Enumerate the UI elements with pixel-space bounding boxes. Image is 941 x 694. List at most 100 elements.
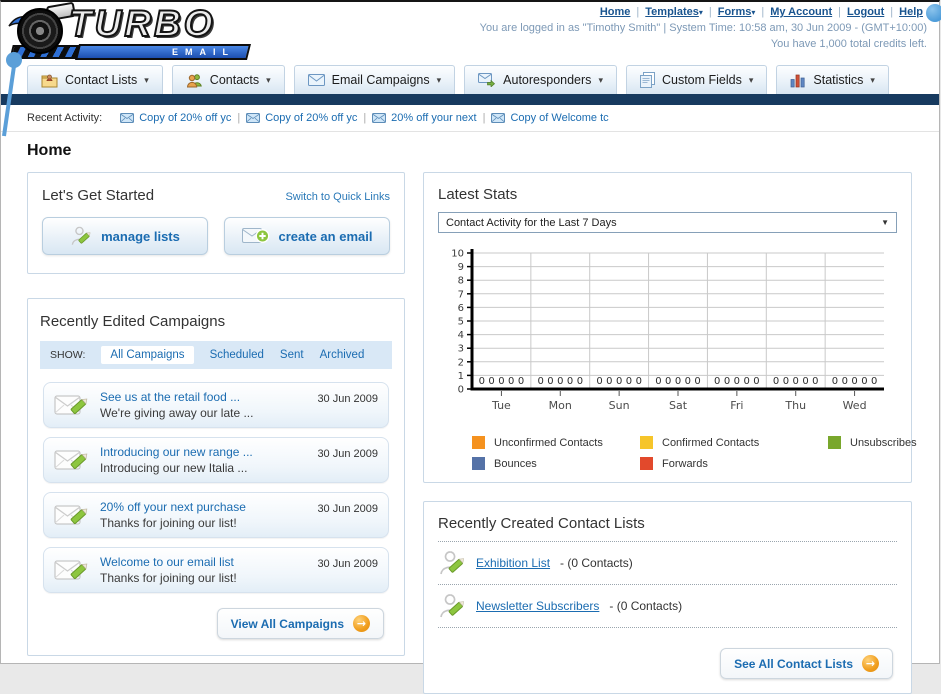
filter-archived[interactable]: Archived [320,349,365,361]
top-nav: Home | Templates ▾ | Forms ▾ | My Account | Logo… [480,6,927,18]
campaign-text: Introducing our new range ... Introducing… [100,445,307,475]
credits-info: You have 1,000 total credits left. [770,38,927,50]
contact-edit-icon [438,548,466,578]
campaign-date: 30 Jun 2009 [317,393,378,405]
campaign-title-link[interactable]: 20% off your next purchase [100,500,307,514]
recent-activity-link[interactable]: Copy of 20% off yc [120,112,231,124]
filter-all-campaigns[interactable]: All Campaigns [101,346,194,364]
autoresponder-icon [478,73,496,87]
filter-scheduled[interactable]: Scheduled [210,349,264,361]
campaign-date: 30 Jun 2009 [317,448,378,460]
campaign-row: Welcome to our email list Thanks for join… [43,547,389,593]
contact-edit-icon [70,224,92,248]
legend-item-bounces: Bounces [472,457,640,470]
contact-lists-icon [41,73,58,88]
campaign-date: 30 Jun 2009 [317,558,378,570]
chevron-down-icon: ▾ [266,74,271,85]
switch-quick-links-link[interactable]: Switch to Quick Links [285,191,390,203]
nav-link-home[interactable]: Home [600,6,631,18]
campaign-title-link[interactable]: See us at the retail food ... [100,390,307,404]
svg-text:0: 0 [724,376,730,387]
recent-activity-link[interactable]: Copy of 20% off yc [246,112,357,124]
tab-autoresponders[interactable]: Autoresponders ▾ [464,65,617,94]
tab-contacts[interactable]: Contacts ▾ [171,65,285,94]
create-email-button[interactable]: create an email [224,217,390,255]
campaign-filter-bar: SHOW: All Campaigns Scheduled Sent Archived [40,341,392,369]
filter-sent[interactable]: Sent [280,349,304,361]
tab-contact-lists[interactable]: Contact Lists ▾ [27,65,163,94]
recent-activity-text: Copy of 20% off yc [139,112,232,124]
stats-period-select[interactable]: Contact Activity for the Last 7 Days ▼ [438,212,897,233]
page-title: Home [27,142,72,159]
recent-activity-link[interactable]: Copy of Welcome tc [491,112,609,124]
svg-text:8: 8 [458,276,464,287]
pin-decoration [2,52,22,137]
recent-activity-text: Copy of 20% off yc [265,112,358,124]
view-all-campaigns-label: View All Campaigns [230,616,344,631]
tab-label: Statistics [813,73,864,87]
nav-link-logout[interactable]: Logout [847,6,884,18]
small-envelope-icon [120,113,135,123]
svg-text:0: 0 [498,376,504,387]
nav-separator: | [636,6,640,18]
small-envelope-icon [372,113,387,123]
nav-link-help[interactable]: Help [899,6,923,18]
legend-swatch [472,457,485,470]
custom-fields-icon [639,72,655,88]
see-all-contact-lists-label: See All Contact Lists [734,656,853,671]
campaign-title-link[interactable]: Welcome to our email list [100,555,307,569]
legend-label: Confirmed Contacts [662,436,760,449]
recent-activity-link[interactable]: 20% off your next [372,112,477,124]
svg-text:0: 0 [714,376,720,387]
nav-separator: | [761,6,765,18]
manage-lists-button[interactable]: manage lists [42,217,208,255]
svg-text:Sat: Sat [669,399,688,412]
svg-text:0: 0 [518,376,524,387]
svg-text:0: 0 [743,376,749,387]
recent-activity-text: 20% off your next [391,112,477,124]
svg-text:0: 0 [783,376,789,387]
help-bubble-icon[interactable] [926,4,941,22]
svg-text:0: 0 [861,376,867,387]
contact-list-link[interactable]: Exhibition List [476,556,550,570]
manage-lists-label: manage lists [101,228,180,244]
svg-text:0: 0 [665,376,671,387]
svg-text:0: 0 [851,376,857,387]
svg-text:0: 0 [626,376,632,387]
svg-text:7: 7 [458,289,464,300]
svg-text:0: 0 [479,376,485,387]
legend-item-forwards: Forwards [640,457,828,470]
contacts-icon [186,73,203,88]
svg-text:Sun: Sun [609,399,630,412]
svg-text:Wed: Wed [843,399,867,412]
campaign-edit-icon [54,445,90,475]
svg-text:10: 10 [451,249,464,260]
svg-text:3: 3 [458,344,464,355]
create-email-plus-icon [241,226,270,246]
contact-list-items: Exhibition List - (0 Contacts) Newsletter … [438,541,897,628]
tab-custom-fields[interactable]: Custom Fields ▾ [625,65,768,94]
tab-email-campaigns[interactable]: Email Campaigns ▾ [293,65,456,94]
tab-label: Autoresponders [503,73,592,87]
contact-list-link[interactable]: Newsletter Subscribers [476,599,599,613]
nav-link-templates[interactable]: Templates ▾ [645,6,703,18]
contact-list-detail: - (0 Contacts) [609,599,683,613]
svg-text:0: 0 [675,376,681,387]
nav-link-forms[interactable]: Forms ▾ [718,6,756,18]
campaign-title-link[interactable]: Introducing our new range ... [100,445,307,459]
svg-text:0: 0 [537,376,543,387]
view-all-campaigns-button[interactable]: View All Campaigns → [216,608,384,639]
see-all-contact-lists-button[interactable]: See All Contact Lists → [720,648,893,679]
tab-statistics[interactable]: Statistics ▾ [776,65,889,94]
recent-activity-bar: Recent Activity: Copy of 20% off yc | Copy… [1,105,939,132]
app-logo[interactable]: EMAIL TURBO [7,1,262,60]
tab-label: Email Campaigns [331,73,430,87]
right-column: Latest Stats Contact Activity for the La… [423,172,917,694]
svg-text:0: 0 [547,376,553,387]
svg-text:0: 0 [832,376,838,387]
get-started-panel: Let's Get Started Switch to Quick Links … [27,172,405,274]
legend-label: Forwards [662,457,708,470]
campaign-date: 30 Jun 2009 [317,503,378,515]
contact-edit-icon [438,591,466,621]
nav-link-my-account[interactable]: My Account [770,6,832,18]
